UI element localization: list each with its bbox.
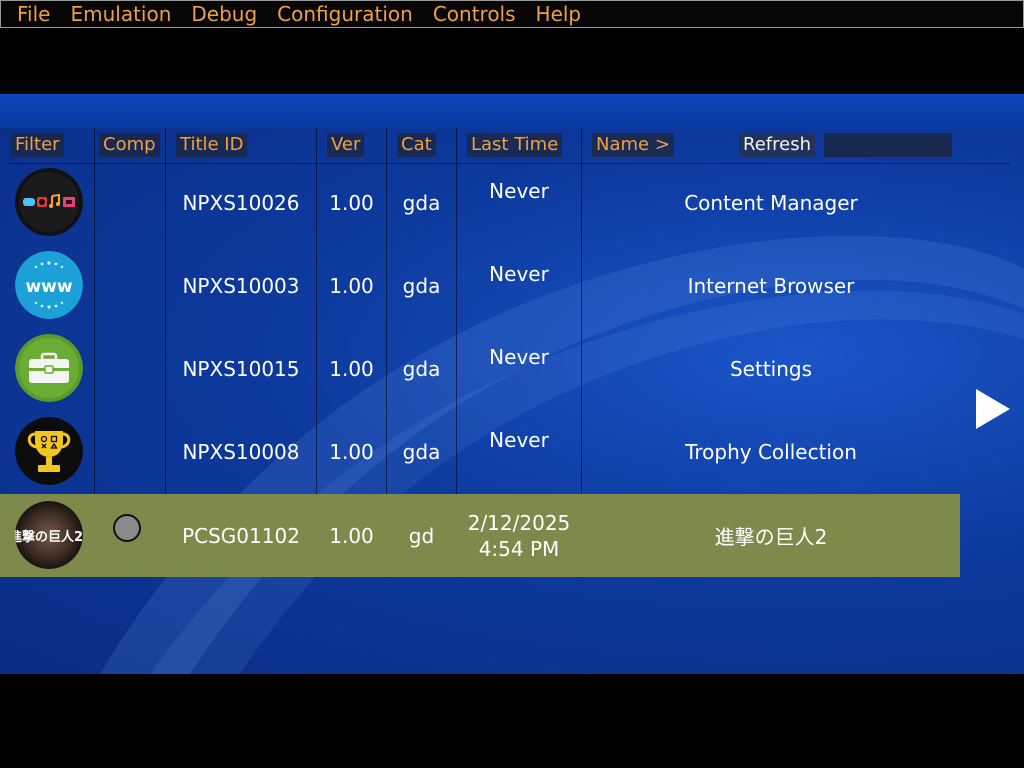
cat-cell: gda xyxy=(402,439,441,464)
ver-cell: 1.00 xyxy=(329,190,374,215)
menu-configuration[interactable]: Configuration xyxy=(267,1,423,27)
ver-cell: 1.00 xyxy=(329,273,374,298)
app-list-panel: Filter Comp Title ID Ver Cat Last Time N… xyxy=(0,94,1024,674)
app-row-content-manager[interactable]: NPXS10026 1.00 gda Never Content Manager xyxy=(0,161,960,244)
header-filter[interactable]: Filter xyxy=(11,133,64,157)
header-cat[interactable]: Cat xyxy=(397,133,436,157)
app-row-trophy-collection[interactable]: NPXS10008 1.00 gda Never Trophy Collecti… xyxy=(0,410,960,493)
ver-cell: 1.00 xyxy=(329,439,374,464)
title-id-cell: NPXS10015 xyxy=(182,356,300,381)
name-cell: 進撃の巨人2 xyxy=(714,525,828,549)
cat-cell: gda xyxy=(402,273,441,298)
last-time-cell: Never xyxy=(489,179,549,203)
app-row-internet-browser[interactable]: www NPXS10003 1.00 gda Never Internet Br… xyxy=(0,244,960,327)
cat-cell: gd xyxy=(408,523,435,548)
last-time-cell: Never xyxy=(489,262,549,286)
svg-text:進撃の巨人2: 進撃の巨人2 xyxy=(15,529,83,545)
name-cell: Internet Browser xyxy=(687,273,855,298)
header-ver[interactable]: Ver xyxy=(327,133,365,157)
internet-browser-icon: www xyxy=(15,251,83,319)
ver-cell: 1.00 xyxy=(329,523,374,548)
app-row-settings[interactable]: NPXS10015 1.00 gda Never Settings xyxy=(0,327,960,410)
content-manager-icon xyxy=(15,168,83,236)
ver-cell: 1.00 xyxy=(329,356,374,381)
attack-on-titan-2-icon: 進撃の巨人2 xyxy=(15,501,83,569)
svg-text:www: www xyxy=(25,277,72,297)
header-comp[interactable]: Comp xyxy=(99,133,160,157)
title-id-cell: NPXS10003 xyxy=(182,273,300,298)
settings-toolbox-icon xyxy=(15,334,83,402)
compatibility-indicator xyxy=(113,514,141,542)
menu-controls[interactable]: Controls xyxy=(423,1,526,27)
search-field[interactable] xyxy=(824,133,952,157)
app-row-attack-on-titan-2[interactable]: 進撃の巨人2 PCSG01102 1.00 gd 2/12/2025 4:54 … xyxy=(0,494,960,577)
last-time-cell: Never xyxy=(489,345,549,369)
title-id-cell: NPXS10026 xyxy=(182,190,300,215)
last-time-clock: 4:54 PM xyxy=(478,536,560,561)
title-id-cell: NPXS10008 xyxy=(182,439,300,464)
cat-cell: gda xyxy=(402,190,441,215)
trophy-icon xyxy=(15,417,83,485)
next-page-arrow-icon[interactable] xyxy=(972,387,1012,431)
header-title-id[interactable]: Title ID xyxy=(176,133,248,157)
menu-emulation[interactable]: Emulation xyxy=(60,1,181,27)
name-cell: Trophy Collection xyxy=(685,439,857,464)
menu-file[interactable]: File xyxy=(1,1,60,27)
menu-debug[interactable]: Debug xyxy=(181,1,267,27)
name-cell: Settings xyxy=(729,356,813,381)
title-id-cell: PCSG01102 xyxy=(182,523,300,548)
last-time-cell: 2/12/2025 4:54 PM xyxy=(457,494,581,577)
menu-bar: File Emulation Debug Configuration Contr… xyxy=(0,0,1024,28)
header-last-time[interactable]: Last Time xyxy=(467,133,563,157)
menu-help[interactable]: Help xyxy=(526,1,592,27)
last-time-cell: Never xyxy=(489,428,549,452)
refresh-button[interactable]: Refresh xyxy=(739,133,815,157)
cat-cell: gda xyxy=(402,356,441,381)
header-name-sort[interactable]: Name > xyxy=(592,133,674,157)
last-time-date: 2/12/2025 xyxy=(467,510,571,535)
name-cell: Content Manager xyxy=(684,190,858,215)
